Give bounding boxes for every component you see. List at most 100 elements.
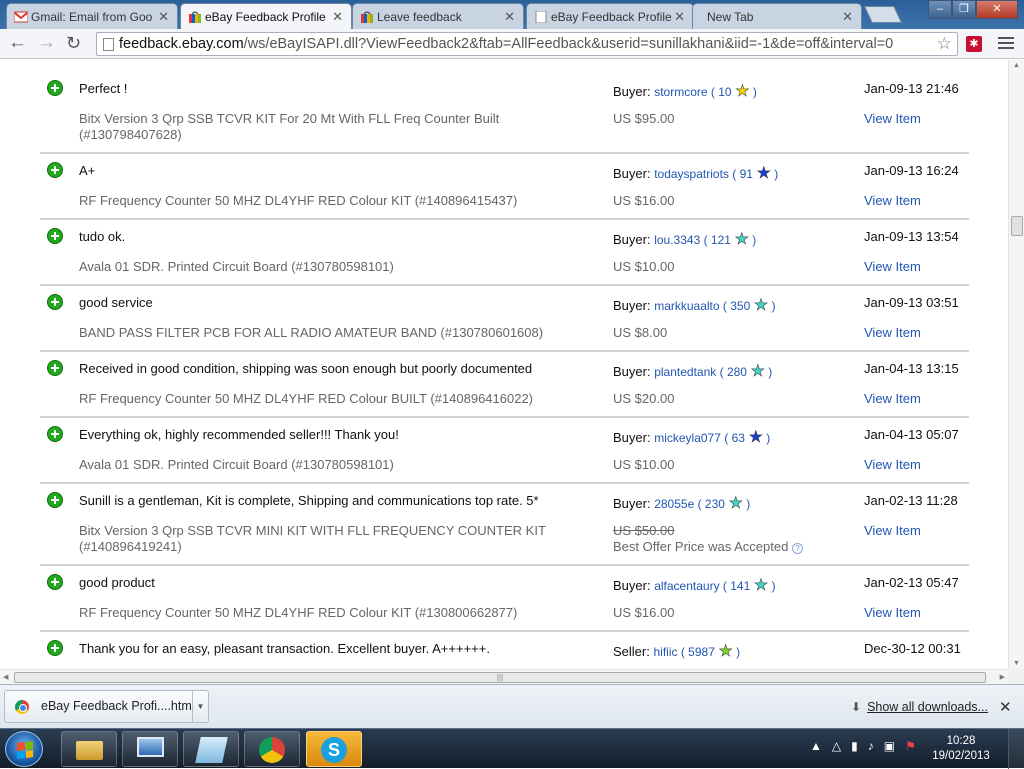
tab-title: New Tab [707, 10, 754, 24]
chrome-menu-icon[interactable] [998, 37, 1014, 52]
scroll-down-arrow-icon[interactable]: ▼ [1013, 660, 1020, 667]
browser-tab[interactable]: eBay Feedback Profile ✕ [526, 3, 694, 29]
browser-tab[interactable]: eBay Feedback Profile ✕ [180, 3, 352, 29]
display-icon[interactable]: ▣ [884, 739, 895, 753]
feedback-user-link[interactable]: alfacentaury [654, 579, 719, 593]
page-content: Perfect ! Buyer: stormcore ( 10 ★ ) Bitx V… [0, 60, 1008, 669]
network-icon[interactable]: ▮ [851, 739, 858, 753]
feedback-star-icon: ★ [756, 165, 771, 183]
back-icon[interactable]: ← [8, 33, 27, 53]
view-item-link[interactable]: View Item [864, 325, 921, 340]
page-icon [103, 38, 114, 51]
feedback-star-icon: ★ [753, 577, 769, 595]
feedback-score-link[interactable]: 91 [740, 167, 753, 181]
chrome-file-icon [15, 700, 29, 714]
taskbar-skype-button[interactable]: S [306, 731, 362, 767]
view-item-link[interactable]: View Item [864, 259, 921, 274]
view-item-link[interactable]: View Item [864, 523, 921, 538]
feedback-score-link[interactable]: 350 [730, 299, 750, 313]
feedback-user-link[interactable]: 28055e [654, 497, 694, 511]
vertical-scroll-thumb[interactable] [1011, 216, 1023, 236]
tab-title: eBay Feedback Profile [205, 10, 326, 24]
url-path: /ws/eBayISAPI.dll?ViewFeedback2&ftab=All… [243, 36, 894, 52]
feedback-score-link[interactable]: 230 [705, 497, 725, 511]
browser-tab[interactable]: Leave feedback ✕ [352, 3, 524, 29]
drive-sync-icon[interactable]: △ [832, 739, 841, 753]
tray-expand-icon[interactable]: ▲ [810, 739, 822, 753]
view-item-link[interactable]: View Item [864, 391, 921, 406]
show-desktop-button[interactable] [1008, 729, 1024, 769]
maximize-button[interactable]: ❐ [952, 0, 976, 19]
feedback-score-link[interactable]: 5987 [688, 645, 715, 659]
feedback-item-title: BAND PASS FILTER PCB FOR ALL RADIO AMATE… [79, 325, 544, 340]
positive-feedback-icon [47, 294, 63, 310]
feedback-score-link[interactable]: 141 [730, 579, 750, 593]
view-item-link[interactable]: View Item [864, 605, 921, 620]
bookmark-star-icon[interactable]: ☆ [937, 34, 952, 54]
horizontal-scroll-thumb[interactable]: ||| [14, 672, 986, 683]
forward-icon[interactable]: → [37, 33, 56, 53]
tab-close-icon[interactable]: ✕ [842, 9, 853, 25]
taskbar-notes-button[interactable] [183, 731, 239, 767]
feedback-score-link[interactable]: 280 [727, 365, 747, 379]
close-window-button[interactable]: ✕ [976, 0, 1018, 19]
positive-feedback-icon [47, 162, 63, 178]
download-menu-chevron-icon[interactable]: ▼ [192, 691, 208, 722]
feedback-row: Everything ok, highly recommended seller… [40, 418, 969, 484]
start-button[interactable] [5, 731, 43, 767]
feedback-user-link[interactable]: plantedtank [654, 365, 716, 379]
feedback-star-icon: ★ [718, 643, 733, 661]
tab-strip: Gmail: Email from Goo ✕ eBay Feedback Prof… [0, 0, 1024, 29]
view-item-link[interactable]: View Item [864, 111, 921, 126]
extension-icon[interactable]: ✱ [966, 36, 982, 52]
vertical-scrollbar[interactable]: ▲ ▼ [1008, 60, 1024, 669]
tab-close-icon[interactable]: ✕ [504, 9, 515, 25]
feedback-item-title: RF Frequency Counter 50 MHZ DL4YHF RED C… [79, 193, 518, 208]
scroll-up-arrow-icon[interactable]: ▲ [1013, 62, 1020, 69]
view-item-link[interactable]: View Item [864, 193, 921, 208]
feedback-user-link[interactable]: stormcore [654, 85, 707, 99]
taskbar-explorer-button[interactable] [61, 731, 117, 767]
help-question-icon[interactable]: ? [791, 543, 803, 554]
close-download-shelf-icon[interactable]: ✕ [999, 698, 1012, 716]
feedback-price-block: US $95.00 [613, 111, 674, 127]
address-bar[interactable]: feedback.ebay.com/ws/eBayISAPI.dll?ViewF… [96, 32, 958, 56]
feedback-user-link[interactable]: mickeyla077 [654, 431, 721, 445]
taskbar-chrome-button[interactable] [244, 731, 300, 767]
feedback-user-link[interactable]: todayspatriots [654, 167, 729, 181]
show-all-downloads-link[interactable]: ⬇ Show all downloads... [851, 700, 988, 714]
action-center-flag-icon[interactable]: ⚑ [905, 739, 916, 753]
scroll-right-arrow-icon[interactable]: ▶ [1000, 673, 1005, 681]
scroll-left-arrow-icon[interactable]: ◀ [3, 673, 8, 681]
system-clock[interactable]: 10:28 19/02/2013 [932, 734, 990, 764]
feedback-star-icon: ★ [735, 83, 750, 101]
tab-close-icon[interactable]: ✕ [158, 9, 169, 25]
feedback-user-link[interactable]: lou.3343 [654, 233, 700, 247]
feedback-price: US $10.00 [613, 457, 675, 472]
feedback-score-link[interactable]: 121 [711, 233, 731, 247]
tab-close-icon[interactable]: ✕ [674, 9, 685, 25]
tab-close-icon[interactable]: ✕ [332, 9, 343, 25]
feedback-party: Seller: hifiic ( 5987 ★ ) [613, 643, 741, 661]
feedback-score-link[interactable]: 63 [732, 431, 745, 445]
positive-feedback-icon [47, 640, 63, 656]
minimize-button[interactable]: – [928, 0, 952, 19]
feedback-role: Buyer: [613, 496, 651, 511]
reload-icon[interactable]: ↻ [66, 33, 81, 53]
horizontal-scrollbar[interactable]: ◀ ||| ▶ [0, 669, 1008, 684]
taskbar-computer-button[interactable] [122, 731, 178, 767]
feedback-user-link[interactable]: hifiic [653, 645, 677, 659]
ebay-bag-icon [361, 11, 373, 23]
download-filename: eBay Feedback Profi....htm [41, 699, 192, 713]
view-item-link[interactable]: View Item [864, 457, 921, 472]
feedback-date: Dec-30-12 00:31 [864, 641, 961, 656]
download-item[interactable]: eBay Feedback Profi....htm ▼ [4, 690, 209, 723]
browser-tab[interactable]: Gmail: Email from Goo ✕ [6, 3, 178, 29]
feedback-user-link[interactable]: markkuaalto [654, 299, 719, 313]
feedback-star-icon: ★ [734, 231, 749, 249]
volume-icon[interactable]: ♪ [868, 739, 874, 753]
feedback-score-link[interactable]: 10 [718, 85, 731, 99]
feedback-date: Jan-09-13 21:46 [864, 81, 959, 96]
browser-tab[interactable]: New Tab ✕ [692, 3, 862, 29]
new-tab-button[interactable] [864, 6, 902, 23]
